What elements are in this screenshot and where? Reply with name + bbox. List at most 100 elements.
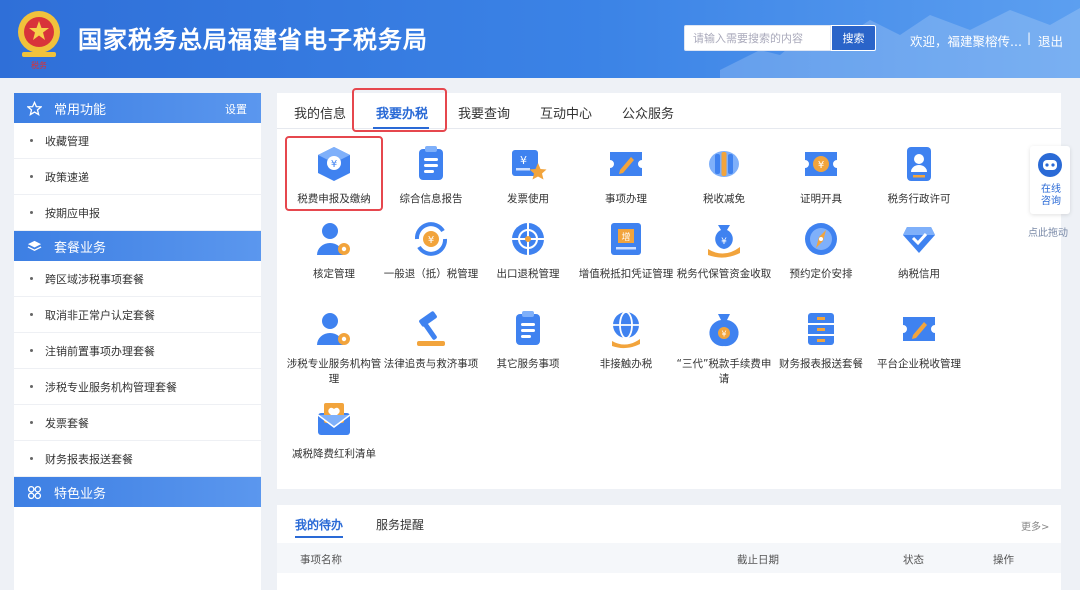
service-label: 涉税专业服务机构管理 xyxy=(286,358,382,385)
sidebar-item-package[interactable]: 取消非正常户认定套餐 xyxy=(14,297,261,333)
sidebar-item-package[interactable]: 跨区域涉税事项套餐 xyxy=(14,261,261,297)
svg-text:¥: ¥ xyxy=(721,237,727,247)
column-status: 状态 xyxy=(903,554,924,566)
tab-query[interactable]: 我要查询 xyxy=(458,103,510,122)
service-label: 税收减免 xyxy=(703,193,745,205)
online-consult-label[interactable]: 在线咨询 xyxy=(1039,184,1063,208)
sidebar-item-label: 财务报表报送套餐 xyxy=(45,452,133,466)
service-agency-management[interactable]: 涉税专业服务机构管理 xyxy=(286,309,382,387)
svg-text:¥: ¥ xyxy=(818,160,824,171)
sidebar-item-favorites[interactable]: 收藏管理 xyxy=(14,123,261,159)
star-icon xyxy=(26,100,42,116)
money-bag-icon: ¥ xyxy=(709,314,739,347)
service-assessment[interactable]: 核定管理 xyxy=(286,219,382,282)
service-tax-relief[interactable]: 税收减免 xyxy=(676,144,772,207)
svg-text:¥: ¥ xyxy=(520,154,527,167)
money-bag-hand-icon: ¥ xyxy=(708,225,740,258)
sidebar-item-scheduled-declaration[interactable]: 按期应申报 xyxy=(14,195,261,231)
service-label: 财务报表报送套餐 xyxy=(779,358,863,370)
service-label: 核定管理 xyxy=(313,268,355,280)
drag-hint[interactable]: 点此拖动 xyxy=(1028,224,1068,239)
site-title: 国家税务总局福建省电子税务局 xyxy=(78,26,428,54)
vat-ticket-icon: 增 xyxy=(611,223,641,255)
sidebar-section-featured[interactable]: 特色业务 xyxy=(14,477,261,507)
certificate-icon: ¥ xyxy=(805,152,837,176)
sidebar-item-package[interactable]: 发票套餐 xyxy=(14,405,261,441)
sidebar-section-common[interactable]: 常用功能 设置 xyxy=(14,93,261,123)
service-label: 增值税抵扣凭证管理 xyxy=(578,268,674,280)
sidebar-item-label: 发票套餐 xyxy=(45,416,89,430)
bullet-dot xyxy=(30,313,33,316)
service-admin-license[interactable]: 税务行政许可 xyxy=(871,144,967,207)
search-button[interactable]: 搜索 xyxy=(831,25,876,51)
tax-emblem-logo: 税务 xyxy=(18,11,60,70)
chat-robot-icon xyxy=(1038,153,1062,177)
service-label: 税费申报及缴纳 xyxy=(297,193,371,205)
service-refund[interactable]: ¥ 一般退（抵）税管理 xyxy=(383,219,479,282)
service-platform-enterprise[interactable]: 平台企业税收管理 xyxy=(871,309,967,372)
clipboard-icon xyxy=(516,311,540,345)
service-label: 税务代保管资金收取 xyxy=(676,268,772,280)
bullet-dot xyxy=(30,139,33,142)
svg-text:¥: ¥ xyxy=(331,159,337,170)
service-financial-report[interactable]: 财务报表报送套餐 xyxy=(773,309,869,372)
service-fund-custody[interactable]: ¥ 税务代保管资金收取 xyxy=(676,219,772,282)
service-certificate[interactable]: ¥ 证明开具 xyxy=(773,144,869,207)
globe-icon xyxy=(512,223,544,255)
bullet-dot xyxy=(30,421,33,424)
more-link[interactable]: 更多> xyxy=(1021,518,1049,533)
sidebar: 常用功能 设置 收藏管理 政策速递 按期应申报 套餐业务 跨区域涉税事项套餐 取… xyxy=(14,93,261,590)
sidebar-item-label: 政策速递 xyxy=(45,170,89,184)
service-label: 综合信息报告 xyxy=(399,193,463,205)
sidebar-item-policy[interactable]: 政策速递 xyxy=(14,159,261,195)
tab-my-todo[interactable]: 我的待办 xyxy=(295,516,343,533)
service-tax-declaration[interactable]: ¥ 税费申报及缴纳 xyxy=(286,144,382,207)
sidebar-item-label: 跨区域涉税事项套餐 xyxy=(45,272,144,286)
service-other[interactable]: 其它服务事项 xyxy=(480,309,576,372)
tab-service-reminder[interactable]: 服务提醒 xyxy=(376,516,424,533)
sidebar-item-package[interactable]: 注销前置事项办理套餐 xyxy=(14,333,261,369)
svg-text:¥: ¥ xyxy=(428,235,434,246)
tab-public-service[interactable]: 公众服务 xyxy=(622,103,674,122)
service-vat-voucher[interactable]: 增 增值税抵扣凭证管理 xyxy=(578,219,674,282)
sidebar-item-label: 收藏管理 xyxy=(45,134,89,148)
svg-text:增: 增 xyxy=(621,231,630,243)
tab-interaction[interactable]: 互动中心 xyxy=(540,103,592,122)
service-invoice-use[interactable]: ¥ 发票使用 xyxy=(480,144,576,207)
service-label: 预约定价安排 xyxy=(789,268,853,280)
service-label: 一般退（抵）税管理 xyxy=(383,268,479,280)
service-pricing[interactable]: 预约定价安排 xyxy=(773,219,869,282)
logout-link[interactable]: 退出 xyxy=(1038,31,1063,50)
user-gear-icon xyxy=(317,223,350,255)
service-three-agency-fee[interactable]: ¥ “三代”税款手续费申请 xyxy=(676,309,772,387)
bullet-dot xyxy=(30,457,33,460)
column-action: 操作 xyxy=(993,554,1014,566)
service-matters[interactable]: 事项办理 xyxy=(578,144,674,207)
column-deadline: 截止日期 xyxy=(737,554,779,566)
sidebar-item-package[interactable]: 涉税专业服务机构管理套餐 xyxy=(14,369,261,405)
sidebar-item-package[interactable]: 财务报表报送套餐 xyxy=(14,441,261,477)
service-export-refund[interactable]: 出口退税管理 xyxy=(480,219,576,282)
compass-icon xyxy=(805,223,837,255)
svg-text:¥: ¥ xyxy=(721,330,726,339)
service-label: 其它服务事项 xyxy=(496,358,560,370)
service-contactless[interactable]: 非接触办税 xyxy=(578,309,674,372)
service-label: 非接触办税 xyxy=(599,358,653,370)
sidebar-section-package[interactable]: 套餐业务 xyxy=(14,231,261,261)
edit-ticket-icon xyxy=(610,152,642,176)
service-legal-remedy[interactable]: 法律追责与救济事项 xyxy=(383,309,479,372)
tab-my-info[interactable]: 我的信息 xyxy=(294,103,346,122)
sidebar-item-label: 按期应申报 xyxy=(45,206,100,220)
service-label: 发票使用 xyxy=(507,193,549,205)
coin-stack-icon xyxy=(709,151,739,177)
service-tax-credit[interactable]: 纳税信用 xyxy=(871,219,967,282)
service-tax-cut-list[interactable]: 减税降费红利清单 xyxy=(286,399,382,462)
sidebar-section-title: 套餐业务 xyxy=(54,240,107,256)
service-info-report[interactable]: 综合信息报告 xyxy=(383,144,479,207)
sidebar-item-label: 涉税专业服务机构管理套餐 xyxy=(45,380,177,394)
todo-panel: 我的待办 服务提醒 更多> 事项名称 截止日期 状态 操作 xyxy=(277,505,1061,590)
sidebar-item-label: 取消非正常户认定套餐 xyxy=(45,308,155,322)
sidebar-settings-link[interactable]: 设置 xyxy=(225,101,247,117)
service-label: 平台企业税收管理 xyxy=(877,358,961,370)
search-input[interactable] xyxy=(684,25,831,51)
